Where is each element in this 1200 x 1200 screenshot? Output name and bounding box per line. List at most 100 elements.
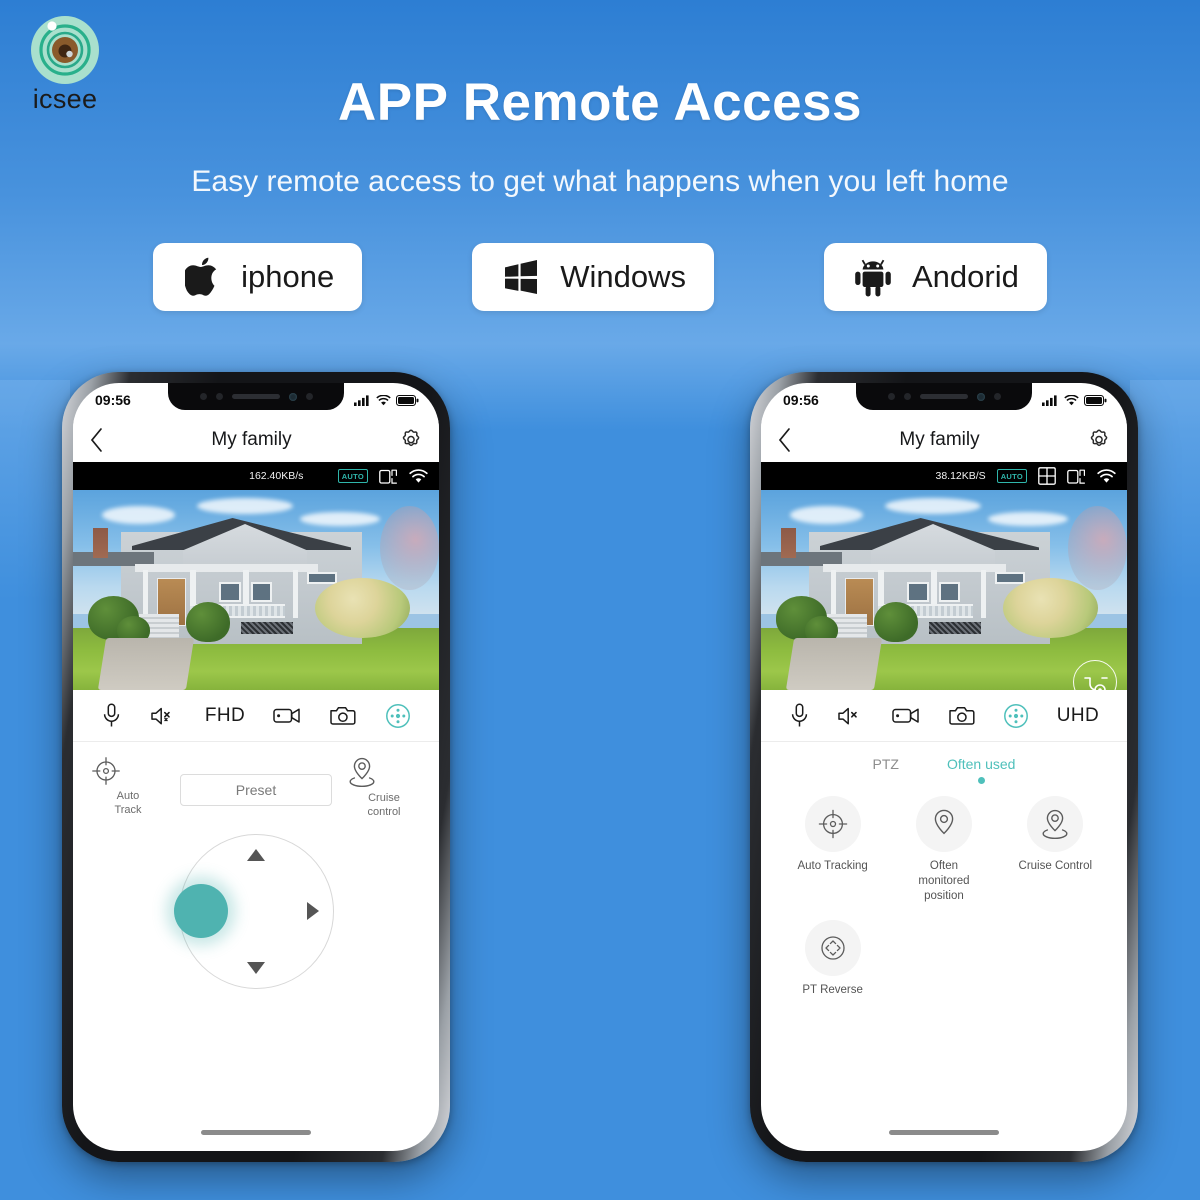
camera-snapshot-icon[interactable] [948,705,976,726]
cruise-label-line1: Cruise [368,792,400,804]
info-bar-left: 162.40KB/s AUTO [73,462,439,490]
auto-quality-badge[interactable]: AUTO [996,469,1027,483]
auto-track-label-line1: Auto [116,790,140,802]
cellular-bars-icon [1042,394,1059,406]
blue-gradient-left-edge [0,380,70,1200]
resolution-label[interactable]: UHD [1057,705,1099,727]
windows-icon [500,254,542,300]
gear-icon[interactable] [399,428,423,452]
video-record-icon[interactable] [892,706,921,725]
apple-icon [181,254,223,300]
status-bar-right: 09:56 [761,383,1127,417]
four-way-arrows-icon [804,919,861,976]
feature-grid: Auto Tracking Often monitored position C… [761,784,1127,1014]
tab-label: Often used [946,756,1016,772]
bitrate-label: 162.40KB/s [249,470,304,482]
feature-label: Auto Tracking [797,860,868,872]
bitrate-label: 38.12KB/S [935,470,986,482]
quad-view-icon[interactable] [1038,467,1056,485]
platform-badge-android[interactable]: Andorid [824,243,1047,311]
platform-badge-windows[interactable]: Windows [472,243,714,311]
wifi-icon[interactable] [409,468,428,484]
microphone-icon[interactable] [101,703,122,728]
ptz-joystick-icon[interactable] [1003,703,1029,729]
wifi-icon [376,394,391,406]
cruise-control-button[interactable]: Cruise control [347,756,421,820]
page-title: APP Remote Access [337,73,863,132]
microphone-icon[interactable] [789,703,810,728]
blue-gradient-right-edge [1130,380,1200,1200]
dpad-up-arrow[interactable] [247,848,265,861]
location-pin-orbit-icon [1027,796,1084,852]
platform-label: iphone [241,259,335,294]
auto-quality-badge[interactable]: AUTO [337,469,368,483]
dpad-down-arrow[interactable] [247,961,265,974]
feature-often-monitored-position[interactable]: Often monitored position [888,796,999,904]
gear-icon[interactable] [1087,428,1111,452]
preset-button[interactable]: Preset [180,774,332,806]
dpad-joystick-icon[interactable] [173,833,334,989]
status-bar-left: 09:56 [73,383,439,417]
phone-right: 09:56 My family 38.12KB/S AUTO UHD PTZ O… [750,372,1138,1162]
feature-label-line1: Often [929,860,959,872]
feature-pt-reverse[interactable]: PT Reverse [777,919,888,998]
camera-snapshot-icon[interactable] [330,705,357,726]
ptz-joystick-icon[interactable] [385,703,411,729]
dpad-knob[interactable] [173,884,228,938]
crosshair-icon [91,756,165,786]
wifi-icon [1064,394,1079,406]
nav-bar-left: My family [73,417,439,462]
feature-label: Cruise Control [1018,860,1093,872]
chevron-left-icon[interactable] [89,427,104,453]
info-bar-right: 38.12KB/S AUTO [761,462,1127,490]
resolution-label[interactable]: FHD [205,705,245,727]
location-pin-icon [915,796,972,852]
battery-icon [396,394,419,406]
speaker-muted-icon[interactable] [150,705,177,727]
video-feed-right[interactable] [761,490,1127,690]
wifi-icon[interactable] [1097,468,1116,484]
video-record-icon[interactable] [273,706,302,725]
feature-label-line2: monitored [918,874,970,887]
page-title: My family [211,428,292,450]
location-pin-orbit-icon [347,756,421,788]
ptz-panel-left: Auto Track Preset Cruise control [73,742,439,820]
battery-icon [1084,394,1107,406]
crosshair-icon [804,796,861,852]
nav-bar-right: My family [761,417,1127,462]
tab-often-used[interactable]: Often used [946,756,1016,784]
home-indicator [201,1130,311,1135]
feature-label-line3: position [924,889,964,902]
video-feed-left[interactable] [73,490,439,690]
phone-left: 09:56 My family 162.40KB/s AUTO FHD Auto… [62,372,450,1162]
dpad-right-arrow[interactable] [306,902,319,920]
page-subtitle: Easy remote access to get what happens w… [191,165,1009,198]
dome-camera-icon[interactable] [1073,660,1117,690]
phone-left-screen: 09:56 My family 162.40KB/s AUTO FHD Auto… [73,383,439,1151]
phone-right-screen: 09:56 My family 38.12KB/S AUTO UHD PTZ O… [761,383,1127,1151]
screen-cast-icon[interactable] [1067,468,1086,485]
feature-label: PT Reverse [802,983,863,996]
auto-track-label-line2: Track [114,803,142,816]
tab-ptz[interactable]: PTZ [873,756,899,784]
platform-label: Windows [560,259,686,294]
feature-auto-tracking[interactable]: Auto Tracking [777,796,888,904]
cellular-bars-icon [354,394,371,406]
platform-badge-iphone[interactable]: iphone [153,243,363,311]
screen-cast-icon[interactable] [379,468,398,485]
android-icon [852,254,894,300]
control-bar-left: FHD [73,690,439,742]
feature-label: Often monitored position [888,859,999,904]
home-indicator [889,1130,999,1135]
speaker-muted-icon[interactable] [837,705,864,727]
feature-cruise-control[interactable]: Cruise Control [1000,796,1111,904]
chevron-left-icon[interactable] [777,427,792,453]
tab-label: PTZ [872,756,899,772]
control-bar-right: UHD [761,690,1127,742]
ptz-tabs: PTZ Often used [761,742,1127,784]
status-time: 09:56 [95,392,131,408]
blue-gradient-overlay [0,0,1200,430]
platform-badges: iphone Windows Andorid [0,243,1200,313]
page-title: My family [899,428,980,450]
auto-track-button[interactable]: Auto Track [91,756,165,818]
